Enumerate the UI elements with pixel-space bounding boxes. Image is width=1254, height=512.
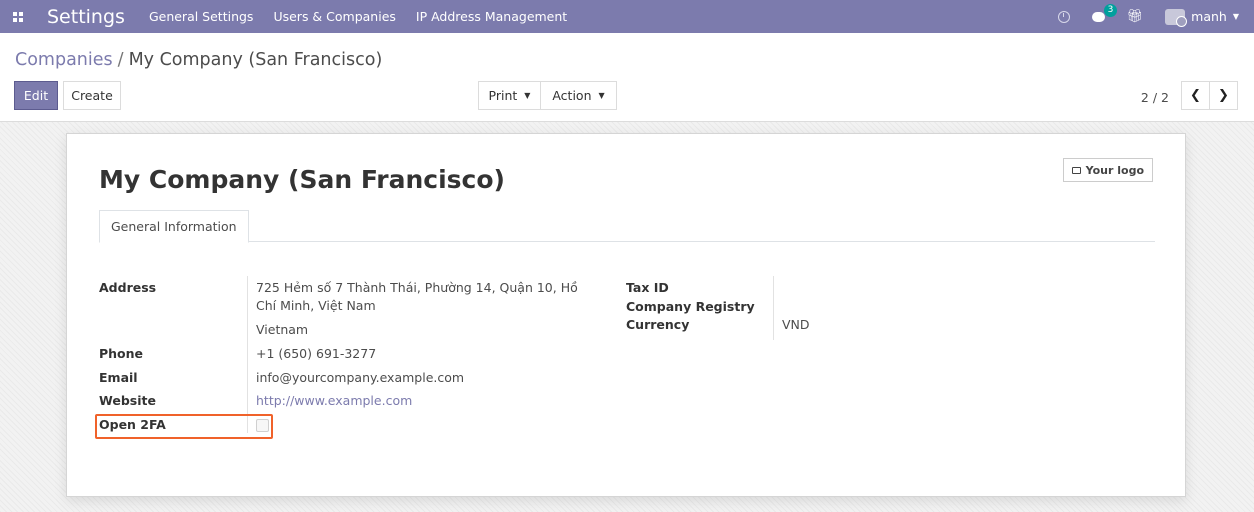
message-count-badge: 3 [1103, 3, 1118, 17]
email-value: info@yourcompany.example.com [256, 370, 465, 385]
address-country: Vietnam [256, 322, 309, 337]
pager-previous-button[interactable]: ❮ [1181, 81, 1210, 110]
form-view-background: My Company (San Francisco) Your logo Gen… [0, 122, 1254, 512]
edit-button-label: Edit [23, 88, 49, 103]
website-link[interactable]: http://www.example.com [256, 392, 412, 409]
tax-id-label: Tax ID [626, 280, 669, 295]
breadcrumb-companies-link[interactable]: Companies [15, 50, 113, 70]
breadcrumb-current: My Company (San Francisco) [128, 50, 383, 70]
your-logo-label: Your logo [1085, 163, 1144, 177]
edit-button[interactable]: Edit [14, 81, 58, 110]
pager-next-button[interactable]: ❯ [1209, 81, 1238, 110]
phone-value: +1 (650) 691-3277 [256, 346, 377, 361]
form-tabs: General Information [99, 210, 1155, 243]
control-panel: Companies / My Company (San Francisco) Edi… [0, 33, 1254, 122]
create-button[interactable]: Create [63, 81, 121, 110]
caret-down-icon: ▼ [524, 91, 531, 100]
open-2fa-highlight-box [95, 414, 273, 439]
menu-general-settings[interactable]: General Settings [149, 9, 254, 24]
email-label: Email [99, 370, 138, 385]
action-button-label: Action [552, 88, 592, 103]
messages-button[interactable]: 3 [1091, 3, 1118, 22]
user-menu[interactable]: manh ▼ [1165, 8, 1254, 27]
print-button[interactable]: Print ▼ [478, 81, 541, 110]
tab-general-information[interactable]: General Information [99, 210, 249, 243]
apps-menu-icon[interactable] [0, 0, 36, 33]
form-sheet: My Company (San Francisco) Your logo Gen… [66, 133, 1186, 497]
menu-users-companies[interactable]: Users & Companies [273, 9, 395, 24]
left-column-divider [247, 276, 248, 433]
currency-label: Currency [626, 317, 690, 332]
pager-value[interactable]: 2 / 2 [1141, 90, 1169, 105]
your-logo-button[interactable]: Your logo [1062, 158, 1153, 182]
chevron-left-icon: ❮ [1190, 88, 1201, 103]
address-line2: Chí Minh, Việt Nam [256, 298, 376, 313]
user-name: manh [1191, 9, 1227, 24]
company-registry-label: Company Registry [626, 299, 755, 314]
app-title[interactable]: Settings [47, 6, 125, 28]
phone-label: Phone [99, 346, 144, 361]
chevron-right-icon: ❯ [1218, 88, 1229, 103]
company-name: My Company (San Francisco) [99, 165, 505, 194]
action-button[interactable]: Action ▼ [540, 81, 617, 110]
currency-value: VND [782, 317, 810, 332]
caret-down-icon: ▼ [598, 91, 605, 100]
right-column-divider [773, 276, 774, 340]
address-line1: 725 Hẻm số 7 Thành Thái, Phường 14, Quận… [256, 280, 578, 295]
tab-general-information-label: General Information [111, 219, 237, 234]
camera-icon [1071, 166, 1081, 174]
breadcrumb: Companies / My Company (San Francisco) [15, 50, 382, 70]
menu-ip-address-management[interactable]: IP Address Management [416, 9, 567, 24]
top-navbar: Settings General Settings Users & Compan… [0, 0, 1254, 33]
chevron-down-icon: ▼ [1232, 12, 1239, 21]
activity-clock-icon[interactable] [1057, 10, 1070, 23]
breadcrumb-separator: / [117, 50, 124, 70]
chat-icon [1091, 11, 1105, 22]
website-label: Website [99, 393, 156, 408]
create-button-label: Create [71, 88, 113, 103]
gift-icon[interactable]: 🎁︎ [1127, 9, 1144, 24]
avatar [1165, 8, 1188, 27]
address-label: Address [99, 280, 157, 295]
print-button-label: Print [488, 88, 518, 103]
